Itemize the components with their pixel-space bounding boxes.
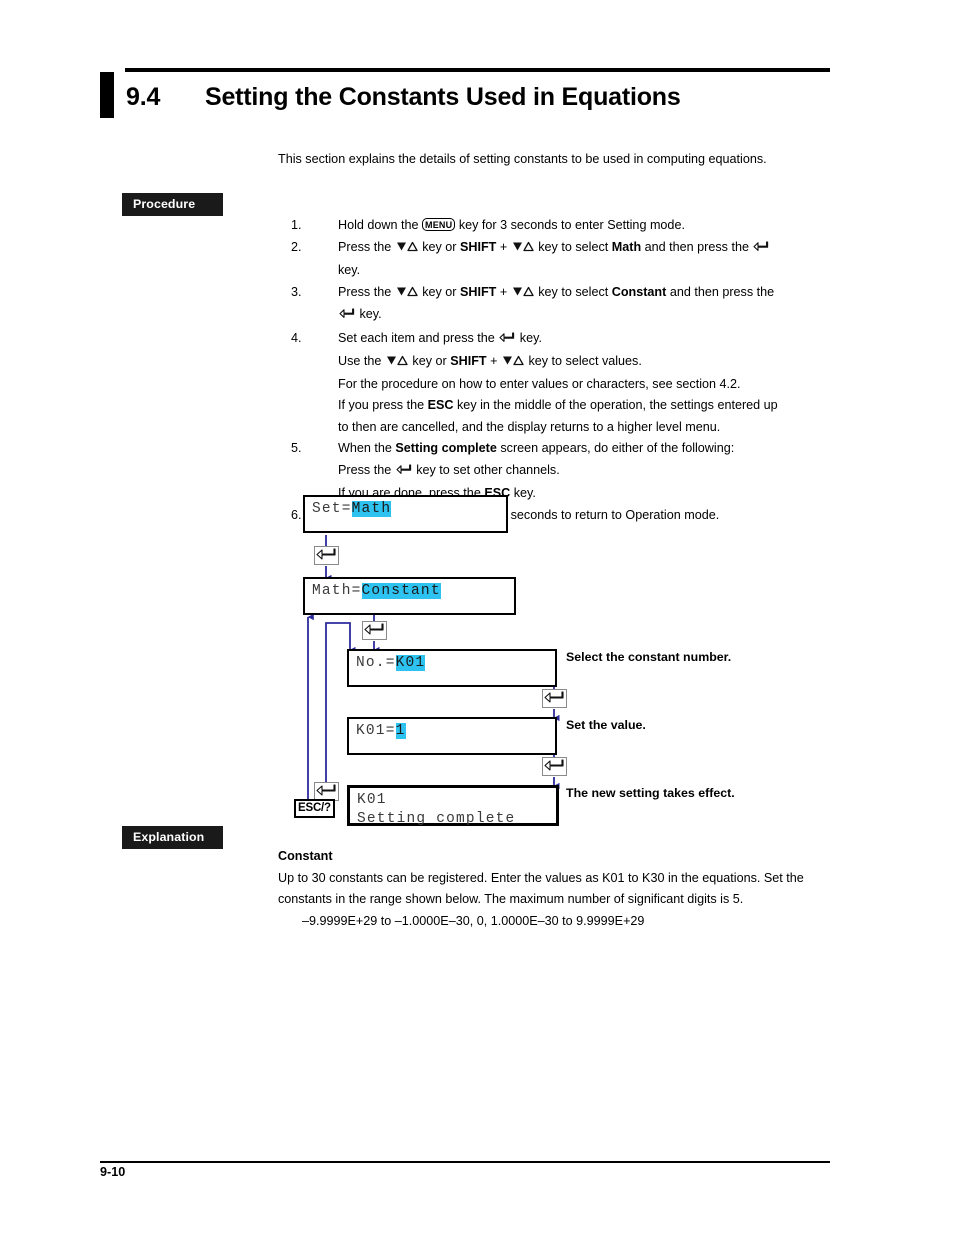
lcd-highlight: Constant (361, 583, 441, 599)
lcd-screen-k01-value: K01=1 (347, 717, 557, 755)
lcd-line-1: K01=1 (356, 723, 406, 739)
enter-key-icon (339, 306, 355, 328)
esc-key-icon: ESC/? (294, 799, 335, 818)
header-rule (125, 68, 830, 72)
menu-key-icon: MENU (422, 218, 456, 231)
lcd-screen-set-math: Set=Math (303, 495, 508, 533)
emphasis-text: Math (611, 239, 642, 254)
annotation-new-setting-takes-effect: The new setting takes effect. (566, 786, 735, 800)
explanation-paragraph: Up to 30 constants can be registered. En… (278, 870, 804, 907)
flow-diagram: Set=Math Math=Constant No.=K01 K01=1 K01… (290, 495, 850, 827)
explanation-tag: Explanation (122, 826, 223, 849)
page-title: Setting the Constants Used in Equations (205, 83, 681, 111)
enter-key-icon (542, 689, 567, 708)
up-down-arrow-key-icon (386, 352, 408, 374)
procedure-step-text: When the Setting complete screen appears… (338, 441, 735, 500)
lcd-screen-math-constant: Math=Constant (303, 577, 516, 615)
header-accent-bar (100, 72, 114, 118)
emphasis-text: SHIFT (460, 284, 497, 299)
emphasis-text: SHIFT (460, 239, 497, 254)
emphasis-text: ESC (427, 398, 454, 412)
procedure-step-text: Set each item and press the key. Use the … (338, 330, 778, 434)
up-down-arrow-key-icon (512, 283, 534, 305)
lcd-line-1: K01 (357, 792, 387, 808)
procedure-step-number: 1. (291, 218, 302, 232)
annotation-set-the-value: Set the value. (566, 718, 646, 732)
lcd-line-2: Setting complete (357, 811, 516, 827)
page-number: 9-10 (100, 1165, 126, 1179)
section-number: 9.4 (126, 83, 161, 111)
procedure-step: 2. Press the key or SHIFT + key to select… (291, 237, 836, 282)
footer-rule (100, 1161, 830, 1163)
procedure-step: 1. Hold down the MENU key for 3 seconds t… (291, 215, 836, 237)
procedure-steps: 1. Hold down the MENU key for 3 seconds t… (291, 215, 836, 526)
lcd-highlight: K01 (395, 655, 426, 671)
emphasis-text: Setting complete (395, 441, 497, 455)
enter-key-icon (396, 462, 412, 484)
lcd-highlight: Math (351, 501, 392, 517)
lcd-screen-no-k01: No.=K01 (347, 649, 557, 687)
emphasis-text: Constant (611, 284, 667, 299)
lcd-highlight: 1 (395, 723, 406, 739)
procedure-step-number: 5. (291, 441, 302, 455)
lcd-screen-setting-complete: K01 Setting complete (347, 785, 559, 827)
lcd-line-1: Math=Constant (312, 583, 441, 599)
procedure-step-number: 3. (291, 284, 302, 299)
up-down-arrow-key-icon (396, 238, 418, 260)
lcd-line-1: No.=K01 (356, 655, 426, 671)
lcd-line-1: Set=Math (312, 501, 392, 517)
explanation-range: –9.9999E+29 to –1.0000E–30, 0, 1.0000E–3… (302, 913, 645, 928)
procedure-step-text: Hold down the MENU key for 3 seconds to … (338, 218, 685, 232)
annotation-select-constant-number: Select the constant number. (566, 650, 732, 664)
procedure-tag: Procedure (122, 193, 223, 216)
up-down-arrow-key-icon (502, 352, 524, 374)
explanation-heading: Constant (278, 849, 333, 863)
procedure-step: 3. Press the key or SHIFT + key to select… (291, 282, 836, 328)
procedure-step-number: 4. (291, 330, 302, 345)
enter-key-icon (542, 757, 567, 776)
intro-paragraph: This section explains the details of set… (278, 152, 767, 166)
up-down-arrow-key-icon (512, 238, 534, 260)
enter-key-icon (499, 330, 515, 352)
procedure-step-number: 2. (291, 239, 302, 254)
enter-key-icon (314, 546, 339, 565)
procedure-step: 4. Set each item and press the key. Use th… (291, 328, 836, 439)
explanation-body: Constant Up to 30 constants can be regis… (278, 846, 833, 932)
procedure-step-text: Press the key or SHIFT + key to select M… (338, 238, 770, 277)
procedure-step-text: Press the key or SHIFT + key to select C… (338, 285, 774, 322)
up-down-arrow-key-icon (396, 283, 418, 305)
enter-key-icon (753, 239, 769, 261)
emphasis-text: SHIFT (450, 354, 487, 368)
enter-key-icon (362, 621, 387, 640)
